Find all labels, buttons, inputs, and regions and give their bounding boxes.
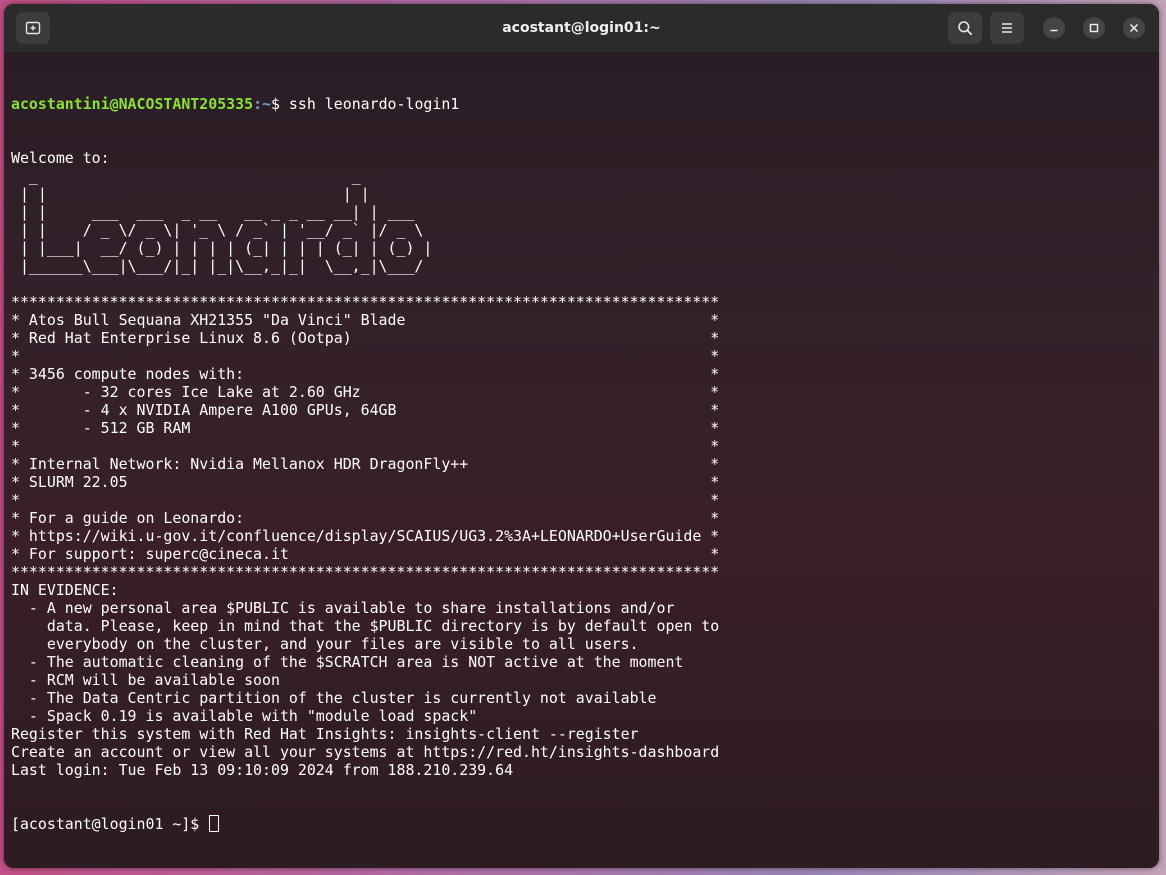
prompt-path: :~ <box>253 95 271 113</box>
text-cursor <box>209 815 220 832</box>
output-line: * SLURM 22.05 * <box>11 473 720 491</box>
prompt-user-host: acostantini@NACOSTANT205335 <box>11 95 254 113</box>
maximize-button[interactable] <box>1083 17 1105 39</box>
output-line: IN EVIDENCE: <box>11 581 119 599</box>
output-line: * - 4 x NVIDIA Ampere A100 GPUs, 64GB * <box>11 401 720 419</box>
output-line: | | ___ ___ _ __ __ _ _ __ __| | ___ <box>11 203 415 221</box>
output-line: data. Please, keep in mind that the $PUB… <box>11 617 720 635</box>
output-line: ****************************************… <box>11 563 720 581</box>
minimize-button[interactable] <box>1043 17 1065 39</box>
maximize-icon <box>1089 23 1099 33</box>
final-prompt: [acostant@login01 ~]$ <box>11 815 209 833</box>
output-line: Register this system with Red Hat Insigh… <box>11 725 639 743</box>
prompt-command: ssh leonardo-login1 <box>279 95 460 113</box>
output-line: * - 32 cores Ice Lake at 2.60 GHz * <box>11 383 720 401</box>
output-line: | |___| __/ (_) | | | | (_| | | | (_| | … <box>11 239 433 257</box>
output-line: - The Data Centric partition of the clus… <box>11 689 657 707</box>
output-line: * 3456 compute nodes with: * <box>11 365 720 383</box>
output-line: * For support: superc@cineca.it * <box>11 545 720 563</box>
output-line: Welcome to: <box>11 149 110 167</box>
final-prompt-line[interactable]: [acostant@login01 ~]$ <box>11 815 719 833</box>
output-line: * Internal Network: Nvidia Mellanox HDR … <box>11 455 720 473</box>
output-line: |______\___|\___/|_| |_|\__,_|_| \__,_|\… <box>11 257 424 275</box>
output-line: Last login: Tue Feb 13 09:10:09 2024 fro… <box>11 761 514 779</box>
output-line: - RCM will be available soon <box>11 671 280 689</box>
output-line: _ _ <box>11 167 361 185</box>
output-line: * * <box>11 437 720 455</box>
menu-button[interactable] <box>990 12 1024 44</box>
search-icon <box>958 21 973 36</box>
output-line: everybody on the cluster, and your files… <box>11 635 639 653</box>
output-line: | | / _ \/ _ \| '_ \ / _` | '__/ _` |/ _… <box>11 221 424 239</box>
output-line: * For a guide on Leonardo: * <box>11 509 720 527</box>
output-line: - A new personal area $PUBLIC is availab… <box>11 599 675 617</box>
output-lines: Welcome to: _ _ | | | | | | ___ ___ _ __… <box>11 149 719 779</box>
minimize-icon <box>1050 29 1058 32</box>
output-line: - Spack 0.19 is available with "module l… <box>11 707 478 725</box>
search-button[interactable] <box>948 12 982 44</box>
output-line: Create an account or view all your syste… <box>11 743 720 761</box>
terminal-output: acostantini@NACOSTANT205335:~$ ssh leona… <box>11 59 719 868</box>
ssh-command-line: acostantini@NACOSTANT205335:~$ ssh leona… <box>11 95 719 113</box>
title-bar[interactable]: acostant@login01:~ <box>4 4 1159 53</box>
terminal-window: acostant@login01:~ acostantini@NACOSTANT… <box>4 4 1159 868</box>
output-line: * - 512 GB RAM * <box>11 419 720 437</box>
output-line: * Red Hat Enterprise Linux 8.6 (Ootpa) * <box>11 329 720 347</box>
output-line: ****************************************… <box>11 293 720 311</box>
close-button[interactable] <box>1123 17 1145 39</box>
output-line: * Atos Bull Sequana XH21355 "Da Vinci" B… <box>11 311 720 329</box>
terminal-area[interactable]: acostantini@NACOSTANT205335:~$ ssh leona… <box>4 53 1159 868</box>
new-tab-icon <box>25 21 41 35</box>
output-line: - The automatic cleaning of the $SCRATCH… <box>11 653 684 671</box>
output-line: * * <box>11 491 720 509</box>
close-icon <box>1129 23 1139 33</box>
output-line: * https://wiki.u-gov.it/confluence/displ… <box>11 527 720 545</box>
hamburger-menu-icon <box>1002 23 1012 33</box>
scrollbar[interactable] <box>1153 53 1159 868</box>
window-title: acostant@login01:~ <box>502 20 661 36</box>
output-line: | | | | <box>11 185 370 203</box>
new-tab-button[interactable] <box>16 12 50 44</box>
prompt-symbol: $ <box>271 95 280 113</box>
output-line: * * <box>11 347 720 365</box>
